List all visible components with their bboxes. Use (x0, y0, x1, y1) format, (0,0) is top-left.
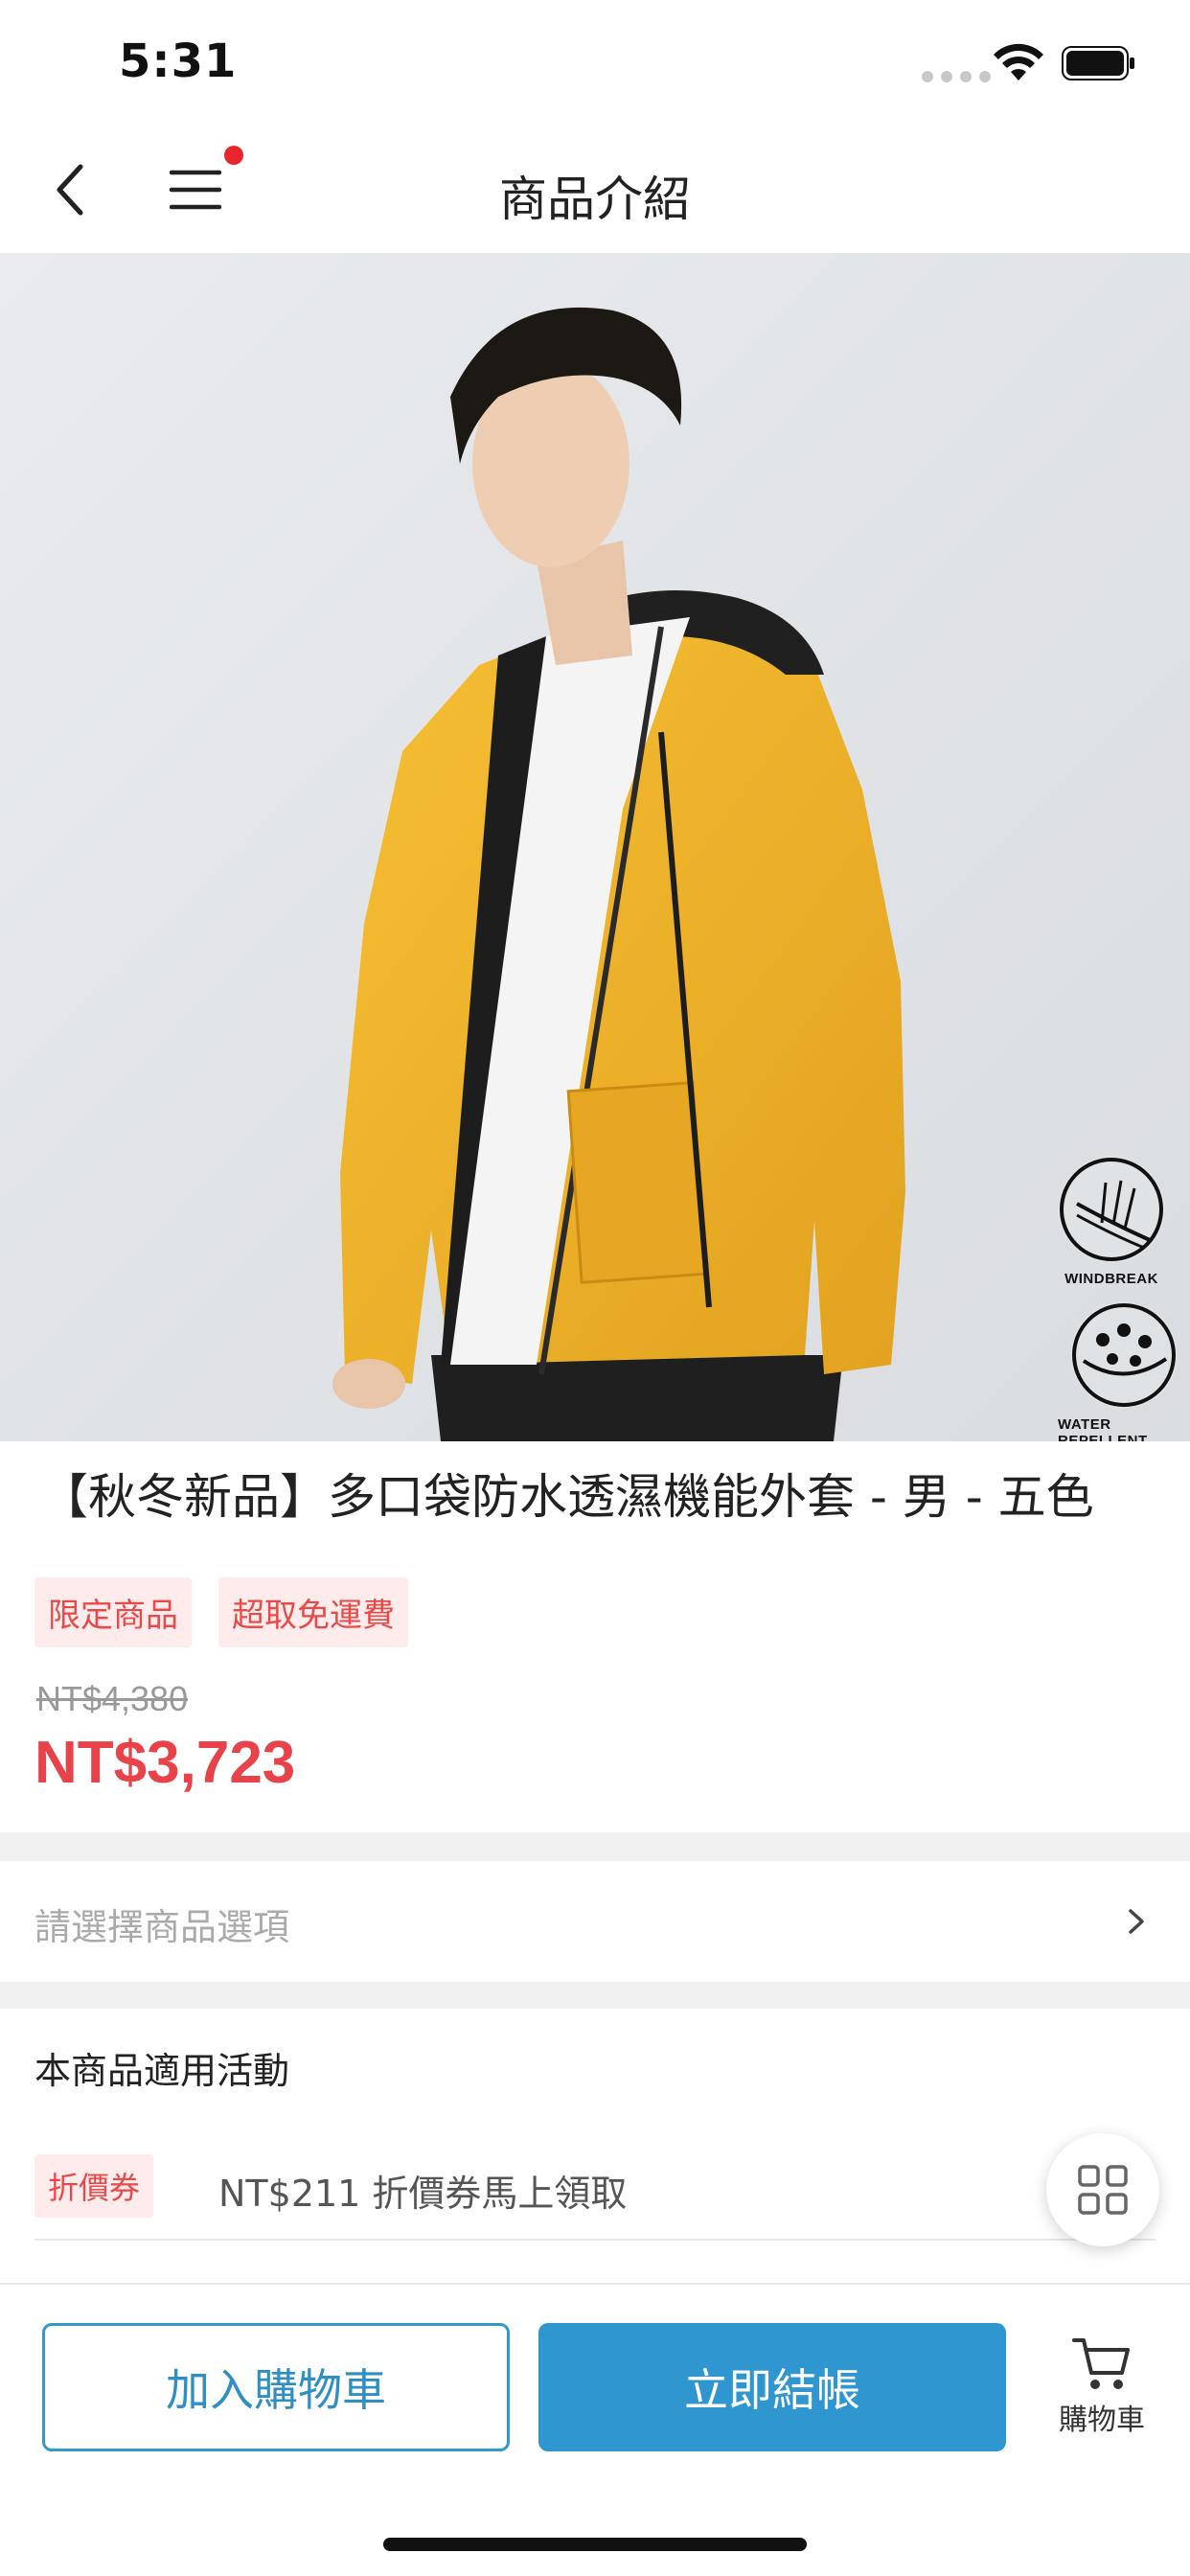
sale-price: NT$3,723 (34, 1730, 296, 1796)
original-price: NT$4,380 (36, 1679, 189, 1718)
select-option-row[interactable]: 請選擇商品選項 (0, 1861, 1190, 1982)
product-title: 【秋冬新品】多口袋防水透濕機能外套 - 男 - 五色 (40, 1469, 1094, 1525)
checkout-button[interactable]: 立即結帳 (538, 2323, 1006, 2451)
windbreak-label: WINDBREAK (1064, 1271, 1158, 1287)
cart-label: 購物車 (1059, 2404, 1145, 2437)
wifi-icon (994, 43, 1043, 80)
windbreak-icon (1058, 1156, 1165, 1263)
select-option-placeholder: 請選擇商品選項 (34, 1906, 290, 1948)
water-repellent-icon (1070, 1301, 1178, 1409)
status-time: 5:31 (119, 34, 238, 88)
activity-section: 本商品適用活動 折價券 NT$211 折價券馬上領取 (0, 2009, 1190, 2277)
grid-icon (1078, 2165, 1128, 2215)
tag-limited: 限定商品 (34, 1577, 192, 1647)
home-indicator (383, 2538, 807, 2551)
battery-icon (1062, 46, 1134, 80)
activity-title: 本商品適用活動 (34, 2050, 290, 2092)
add-to-cart-button[interactable]: 加入購物車 (42, 2323, 510, 2451)
section-divider (0, 1982, 1190, 2009)
bottom-action-bar: 加入購物車 立即結帳 購物車 (0, 2283, 1190, 2576)
product-photo (0, 253, 1190, 1441)
windbreak-badge: WINDBREAK (1058, 1156, 1165, 1287)
cart-button[interactable]: 購物車 (1044, 2336, 1159, 2451)
status-bar: 5:31 (0, 0, 1190, 125)
page-title: 商品介紹 (499, 172, 691, 227)
tag-free-shipping: 超取免運費 (218, 1577, 408, 1647)
chevron-right-icon (1129, 1909, 1144, 1934)
coupon-tag: 折價券 (34, 2154, 154, 2218)
water-repellent-badge: WATER REPELLENT (1058, 1301, 1190, 1441)
section-divider (0, 1832, 1190, 1861)
water-repellent-label: WATER REPELLENT (1058, 1416, 1148, 1441)
product-tags: 限定商品 超取免運費 (34, 1577, 408, 1647)
nav-bar: 商品介紹 (0, 125, 1190, 253)
floating-grid-button[interactable] (1046, 2133, 1159, 2246)
product-image[interactable]: WINDBREAK WATER REPELLENT (0, 253, 1190, 1441)
coupon-row[interactable]: 折價券 NT$211 折價券馬上領取 (34, 2154, 1156, 2241)
cellular-signal-icon (922, 71, 991, 82)
coupon-text: NT$211 折價券馬上領取 (218, 2173, 628, 2215)
shopping-cart-icon (1072, 2338, 1130, 2389)
